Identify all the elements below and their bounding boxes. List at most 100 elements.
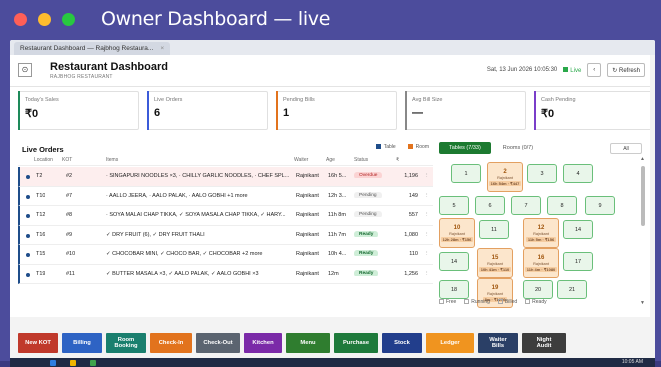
table-tile[interactable]: 5	[439, 196, 469, 215]
order-row[interactable]: T2 #2 · SINGAPURI NOODLES ×3, · CHILLY GAR…	[18, 167, 433, 187]
action-new-kot-button[interactable]: New KOT	[18, 333, 58, 353]
tables-scrollbar[interactable]: ▲ ▼	[640, 156, 645, 306]
back-button[interactable]: ‹	[587, 63, 602, 77]
action-waiter-bills-button[interactable]: Waiter Bills	[478, 333, 518, 353]
order-row[interactable]: T19 #11 ✓ BUTTER MASALA ×3, ✓ AALO PALAK, …	[18, 264, 433, 284]
table-order-dot-icon	[26, 214, 30, 218]
table-number: 7	[524, 202, 528, 209]
kpi-todays-sales: Today's Sales ₹0	[18, 91, 139, 130]
order-kot: #11	[66, 270, 75, 277]
table-order-dot-icon	[26, 253, 30, 257]
order-location: T2	[36, 173, 43, 179]
window-titlebar: Owner Dashboard — live	[0, 0, 661, 40]
table-status-key: Free Running Billed Ready	[439, 299, 547, 305]
tab-close-icon[interactable]: ×	[160, 45, 164, 52]
action-room-booking-button[interactable]: Room Booking	[106, 333, 146, 353]
close-window-button[interactable]	[14, 13, 27, 26]
table-tile[interactable]: 16 Rajnikant 11h 4m · ₹1080	[523, 248, 559, 278]
scroll-thumb[interactable]	[641, 166, 645, 226]
table-tile[interactable]: 11	[479, 220, 509, 239]
table-tile[interactable]: 15 Rajnikant 10h 41m · ₹110	[477, 248, 513, 278]
order-waiter: Rajnikant	[296, 212, 319, 218]
row-menu-icon[interactable]: ⋮	[424, 193, 430, 199]
table-tile[interactable]: 21	[557, 280, 587, 299]
table-order-dot-icon	[26, 233, 30, 238]
action-billing-button[interactable]: Billing	[62, 333, 102, 353]
table-number: 5	[452, 202, 456, 209]
tab-rooms[interactable]: Rooms (0/7)	[493, 142, 543, 154]
kpi-cash-pending: Cash Pending ₹0	[534, 91, 655, 130]
order-kot: #10	[66, 251, 76, 257]
order-location: T10	[36, 192, 46, 199]
minimize-window-button[interactable]	[38, 13, 51, 26]
order-row[interactable]: T15 #10 ✓ CHOCOBAR MINI, ✓ CHOCO BAR, ✓ CH…	[18, 245, 433, 265]
table-tile[interactable]: 9	[585, 196, 615, 215]
orders-table-header: Location KOT Items Waiter Age Status ₹	[18, 156, 433, 166]
order-status-badge: Ready	[354, 230, 379, 237]
table-tile[interactable]: 12 Rajnikant 11h 5m · ₹156	[523, 218, 559, 248]
tab-tables[interactable]: Tables (7/33)	[439, 142, 491, 154]
home-icon[interactable]: ⊙	[18, 63, 32, 77]
page-scrollbar[interactable]	[650, 55, 655, 317]
table-number: 12	[537, 224, 545, 231]
action-kitchen-button[interactable]: Kitchen	[244, 333, 282, 353]
row-menu-icon[interactable]: ⋮	[424, 212, 430, 218]
table-tile[interactable]: 14	[439, 252, 469, 271]
table-tile[interactable]: 8	[547, 196, 577, 215]
action-menu-button[interactable]: Menu	[286, 333, 330, 353]
table-tile[interactable]: 17	[563, 252, 593, 271]
col-age: Age	[326, 157, 335, 163]
windows-start-icon[interactable]	[50, 360, 56, 366]
table-number: 2	[503, 168, 507, 175]
scroll-up-icon[interactable]: ▲	[640, 156, 645, 162]
order-age: 12m	[328, 270, 339, 277]
order-row[interactable]: T12 #8 · SOYA MALAI CHAP TIKKA, ✓ SOYA MAS…	[18, 206, 433, 226]
table-tile[interactable]: 14	[563, 220, 593, 239]
table-waiter: Rajnikant	[487, 291, 503, 296]
col-status: Status	[354, 157, 369, 163]
action-check-in-button[interactable]: Check-In	[150, 333, 192, 353]
action-purchase-button[interactable]: Purchase	[334, 333, 378, 353]
legend-table: Table	[375, 144, 396, 150]
order-waiter: Rajnikant	[296, 231, 319, 238]
order-amount: 1,256	[404, 270, 418, 277]
order-items: · SINGAPURI NOODLES ×3, · CHILLY GARLIC …	[106, 173, 290, 179]
key-ready: Ready	[525, 299, 547, 305]
table-tile[interactable]: 4	[563, 164, 593, 183]
scroll-down-icon[interactable]: ▼	[640, 300, 645, 306]
zoom-window-button[interactable]	[62, 13, 75, 26]
order-row[interactable]: T10 #7 · AALLO JEERA, · AALO PALAK, · AALO…	[18, 186, 433, 206]
action-night-audit-button[interactable]: Night Audit	[522, 333, 566, 353]
table-tile[interactable]: 3	[527, 164, 557, 183]
header-controls: Sat, 13 Jun 2026 10:05:30 Live ‹ ↻ Refre…	[487, 63, 645, 77]
order-location: T16	[36, 231, 46, 238]
table-tile[interactable]: 6	[475, 196, 505, 215]
table-time-amount: 16h 54m · ₹447	[488, 180, 522, 186]
action-stock-button[interactable]: Stock	[382, 333, 422, 353]
row-menu-icon[interactable]: ⋮	[424, 271, 430, 277]
order-amount: 557	[408, 212, 418, 218]
table-waiter: Rajnikant	[487, 261, 503, 266]
table-tile[interactable]: 18	[439, 280, 469, 299]
table-tile[interactable]: 7	[511, 196, 541, 215]
table-tile[interactable]: 2 Rajnikant 16h 54m · ₹447	[487, 162, 523, 192]
row-menu-icon[interactable]: ⋮	[424, 173, 430, 179]
file-explorer-icon[interactable]	[70, 360, 76, 366]
tables-tabs: Tables (7/33) Rooms (0/7)	[439, 142, 543, 154]
kpi-live-orders: Live Orders 6	[147, 91, 268, 130]
table-tile[interactable]: 10 Rajnikant 12h 28m · ₹156	[439, 218, 475, 248]
browser-tab[interactable]: Restaurant Dashboard — Rajbhog Restaura.…	[14, 42, 171, 55]
row-menu-icon[interactable]: ⋮	[424, 232, 430, 238]
filter-all-button[interactable]: All	[610, 143, 642, 154]
action-check-out-button[interactable]: Check-Out	[196, 333, 240, 353]
action-ledger-button[interactable]: Ledger	[426, 333, 474, 353]
table-tile[interactable]: 20	[523, 280, 553, 299]
row-menu-icon[interactable]: ⋮	[424, 251, 430, 257]
table-number: 16	[537, 254, 545, 261]
order-row[interactable]: T16 #9 ✓ DRY FRUIT (6), ✓ DRY FRUIT THALI R…	[18, 225, 433, 245]
order-age: 11h 8m	[328, 212, 346, 218]
table-tile[interactable]: 1	[451, 164, 481, 183]
refresh-button[interactable]: ↻ Refresh	[607, 63, 645, 77]
browser-icon[interactable]	[90, 360, 96, 366]
order-amount: 1,080	[404, 231, 418, 238]
